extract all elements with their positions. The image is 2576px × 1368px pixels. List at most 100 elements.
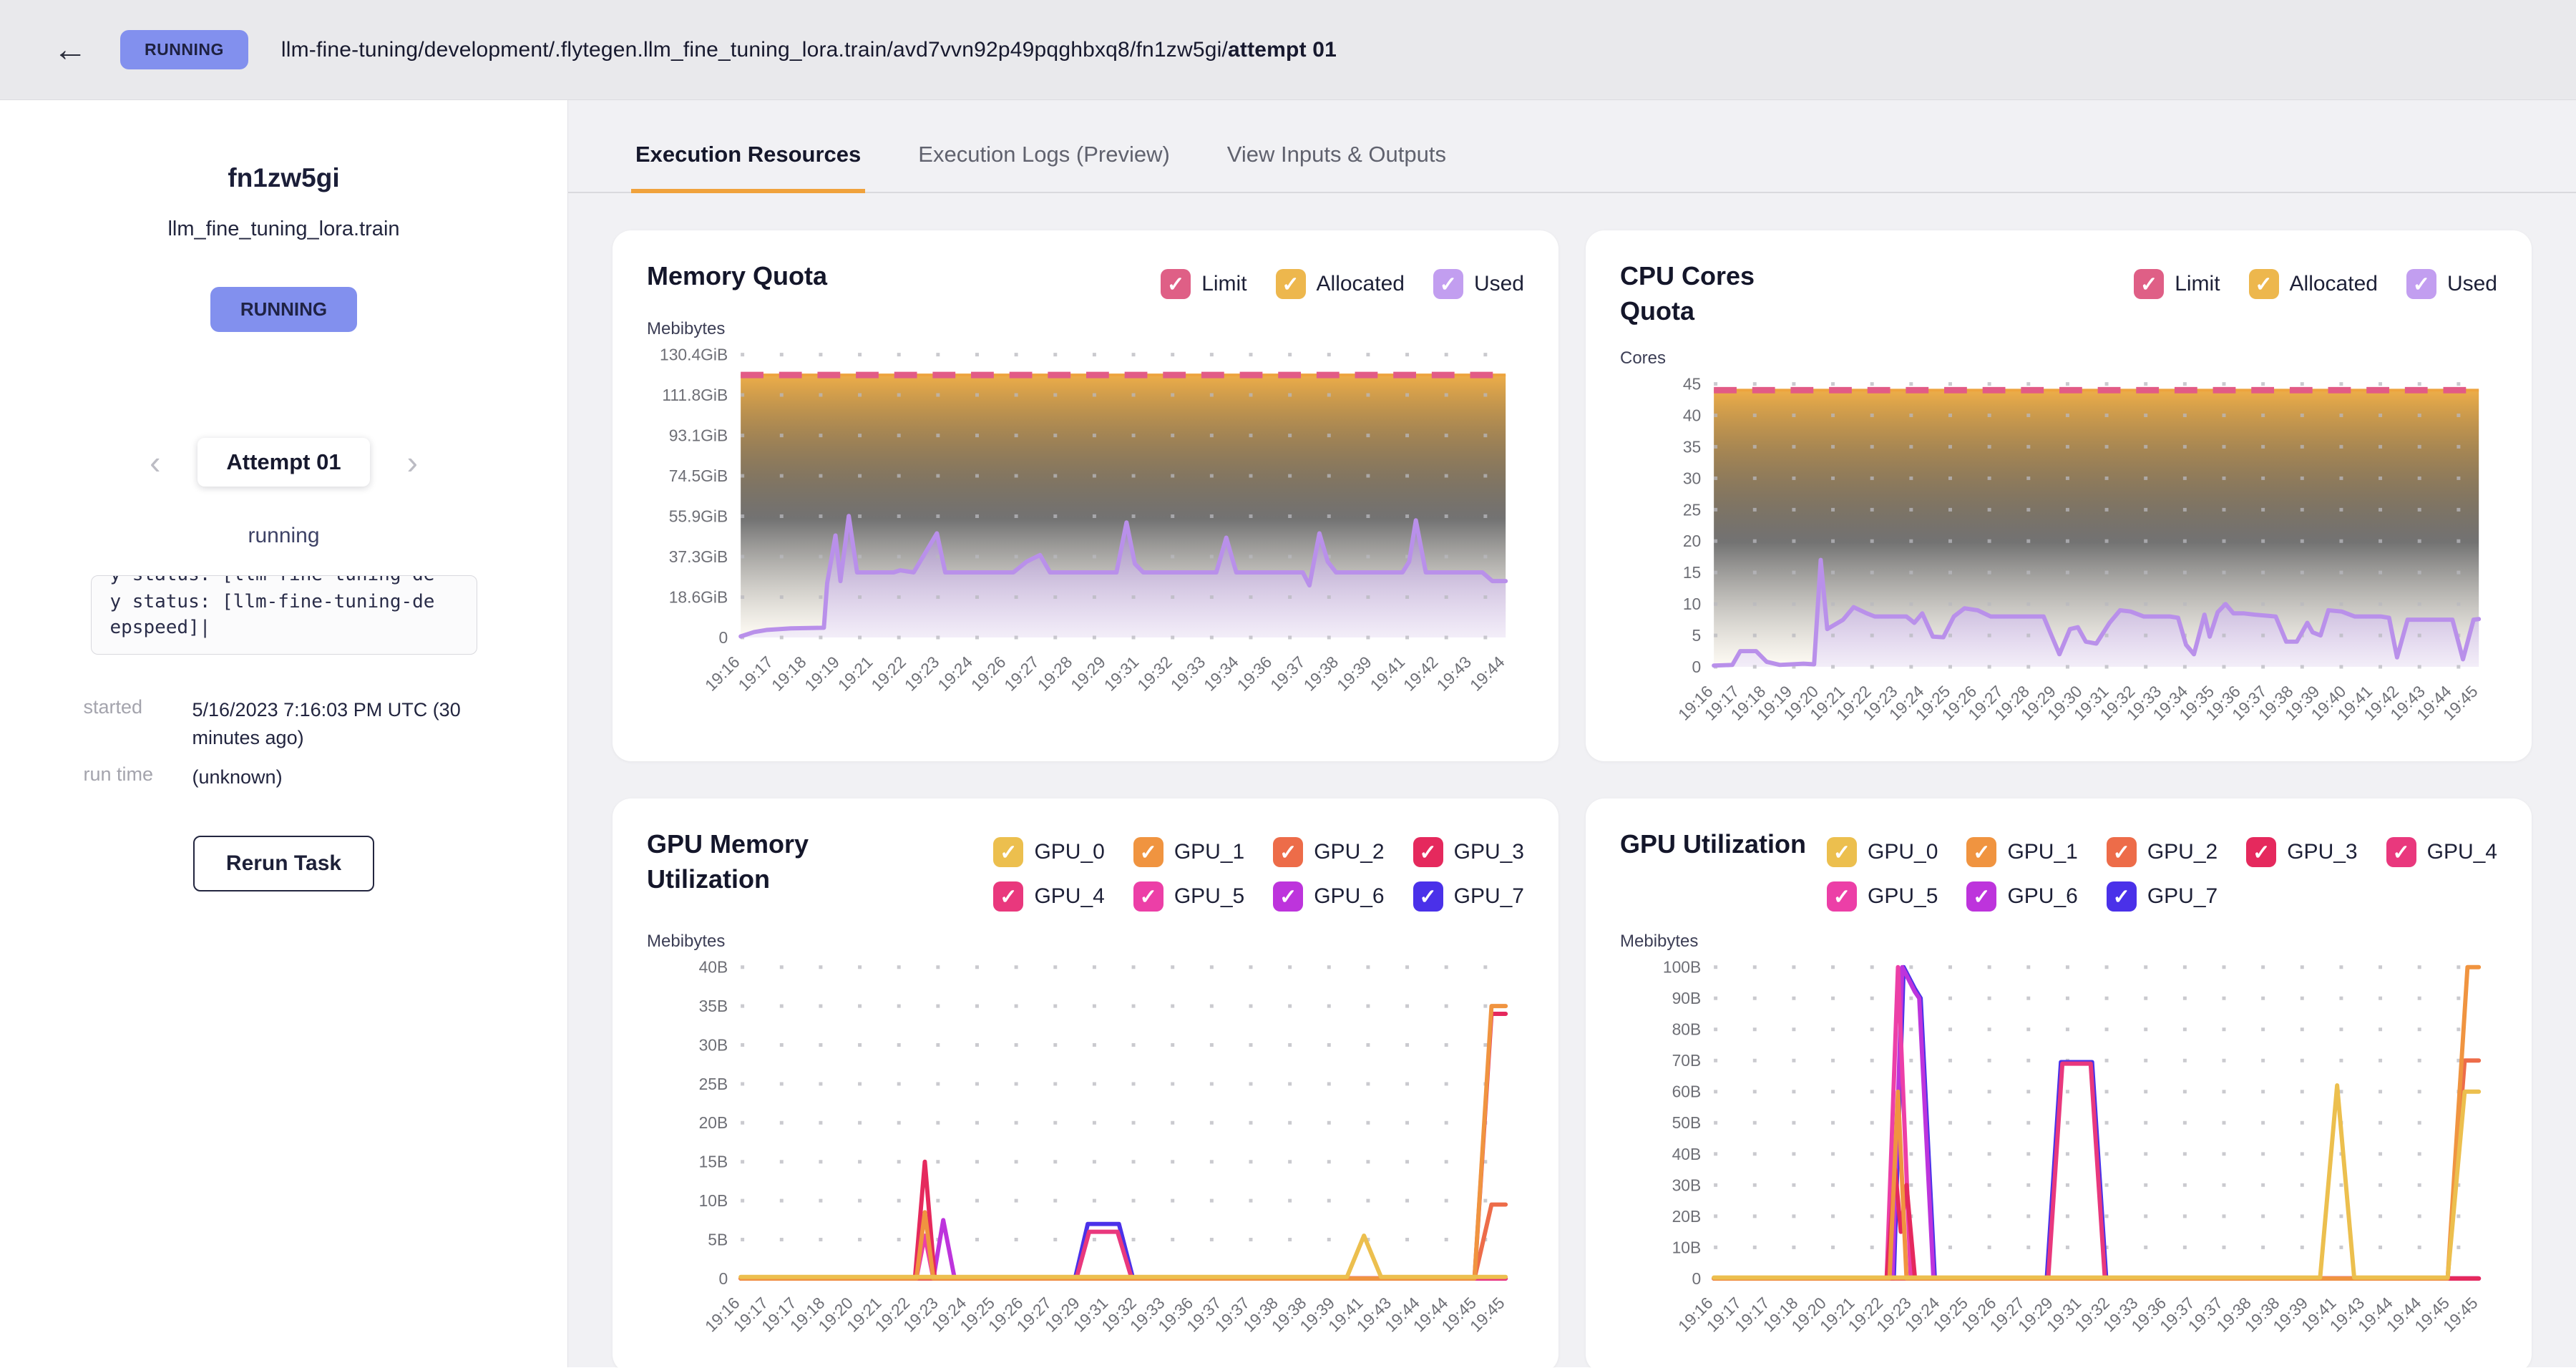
legend-row: ✓Limit✓Allocated✓Used <box>2134 269 2497 299</box>
checkbox-checked-icon[interactable]: ✓ <box>2406 269 2436 299</box>
legend-label: GPU_0 <box>1868 840 1938 864</box>
tab-execution-resources[interactable]: Execution Resources <box>631 142 865 193</box>
svg-text:10B: 10B <box>1672 1238 1702 1256</box>
svg-text:90B: 90B <box>1672 989 1702 1007</box>
legend-item-limit[interactable]: ✓Limit <box>1161 269 1246 299</box>
checkbox-checked-icon[interactable]: ✓ <box>2246 837 2276 867</box>
checkbox-checked-icon[interactable]: ✓ <box>1966 881 1996 912</box>
svg-text:93.1GiB: 93.1GiB <box>669 426 728 445</box>
legend-item-gpu_3[interactable]: ✓GPU_3 <box>2246 837 2357 867</box>
started-value: 5/16/2023 7:16:03 PM UTC (30 minutes ago… <box>192 696 479 752</box>
tab-view-inputs-outputs[interactable]: View Inputs & Outputs <box>1223 142 1450 193</box>
legend-item-used[interactable]: ✓ Used <box>1433 269 1524 299</box>
legend-item-gpu_7[interactable]: ✓ GPU_7 <box>1413 881 1524 912</box>
back-arrow-icon[interactable]: ← <box>53 33 87 67</box>
svg-text:19:36: 19:36 <box>1234 653 1276 695</box>
rerun-task-button[interactable]: Rerun Task <box>193 836 374 891</box>
checkbox-checked-icon[interactable]: ✓ <box>1133 837 1163 867</box>
svg-text:45: 45 <box>1683 375 1701 394</box>
checkbox-checked-icon[interactable]: ✓ <box>2134 269 2164 299</box>
legend-label: Allocated <box>2290 272 2378 296</box>
legend-label: Used <box>2447 272 2497 296</box>
legend-item-gpu_6[interactable]: ✓GPU_6 <box>1273 881 1384 912</box>
legend-item-gpu_5[interactable]: ✓GPU_5 <box>1827 881 1938 912</box>
svg-text:25B: 25B <box>699 1075 728 1093</box>
checkbox-checked-icon[interactable]: ✓ <box>2107 881 2137 912</box>
chart-title: GPU Memory Utilization <box>647 827 833 896</box>
svg-text:10: 10 <box>1683 595 1701 613</box>
svg-text:19:16: 19:16 <box>701 653 743 695</box>
legend-item-used[interactable]: ✓ Used <box>2406 269 2497 299</box>
cpu-cores-quota-plot: 05101520253035404519:1619:1719:1819:1919… <box>1620 371 2497 747</box>
checkbox-checked-icon[interactable]: ✓ <box>1433 269 1463 299</box>
checkbox-checked-icon[interactable]: ✓ <box>1413 837 1443 867</box>
checkbox-checked-icon[interactable]: ✓ <box>993 837 1023 867</box>
checkbox-checked-icon[interactable]: ✓ <box>1827 881 1857 912</box>
memory-quota-svg: 018.6GiB37.3GiB55.9GiB74.5GiB93.1GiB111.… <box>647 342 1524 714</box>
svg-text:19:31: 19:31 <box>1101 653 1143 695</box>
checkbox-checked-icon[interactable]: ✓ <box>1161 269 1191 299</box>
svg-text:100B: 100B <box>1663 958 1701 977</box>
legend-item-gpu_4[interactable]: ✓GPU_4 <box>2386 837 2497 867</box>
chart-unit-label: Mebibytes <box>647 932 1524 952</box>
legend-item-allocated[interactable]: ✓ Allocated <box>2249 269 2378 299</box>
svg-text:80B: 80B <box>1672 1020 1702 1039</box>
svg-text:111.8GiB: 111.8GiB <box>662 386 728 404</box>
next-attempt-icon[interactable]: › <box>407 446 418 479</box>
legend-item-limit[interactable]: ✓Limit <box>2134 269 2220 299</box>
legend-item-allocated[interactable]: ✓Allocated <box>1276 269 1405 299</box>
breadcrumb[interactable]: llm-fine-tuning/development/.flytegen.ll… <box>281 38 1337 62</box>
memory-quota-plot: 018.6GiB37.3GiB55.9GiB74.5GiB93.1GiB111.… <box>647 342 1524 718</box>
prev-attempt-icon[interactable]: ‹ <box>150 446 160 479</box>
chart-title: CPU Cores Quota <box>1620 259 1806 328</box>
breadcrumb-path: llm-fine-tuning/development/.flytegen.ll… <box>281 38 1228 62</box>
svg-text:40: 40 <box>1683 406 1701 425</box>
legend-item-gpu_5[interactable]: ✓GPU_5 <box>1133 881 1244 912</box>
legend-label: GPU_7 <box>1454 884 1524 909</box>
svg-text:40B: 40B <box>1672 1145 1702 1163</box>
svg-text:19:37: 19:37 <box>1267 653 1309 695</box>
checkbox-checked-icon[interactable]: ✓ <box>2386 837 2416 867</box>
svg-text:19:28: 19:28 <box>1034 653 1076 695</box>
legend-item-gpu_4[interactable]: ✓GPU_4 <box>993 881 1104 912</box>
checkbox-checked-icon[interactable]: ✓ <box>1133 881 1163 912</box>
chart-title: Memory Quota <box>647 259 827 294</box>
checkbox-checked-icon[interactable]: ✓ <box>2107 837 2137 867</box>
checkbox-checked-icon[interactable]: ✓ <box>1273 837 1303 867</box>
legend-item-gpu_7[interactable]: ✓GPU_7 <box>2107 881 2218 912</box>
checkbox-checked-icon[interactable]: ✓ <box>1966 837 1996 867</box>
attempt-label[interactable]: Attempt 01 <box>197 438 369 487</box>
svg-text:30: 30 <box>1683 469 1701 488</box>
legend-item-gpu_0[interactable]: ✓GPU_0 <box>993 837 1104 867</box>
legend-item-gpu_2[interactable]: ✓GPU_2 <box>2107 837 2218 867</box>
checkbox-checked-icon[interactable]: ✓ <box>1273 881 1303 912</box>
svg-text:19:34: 19:34 <box>1200 653 1242 695</box>
legend-item-gpu_1[interactable]: ✓GPU_1 <box>1133 837 1244 867</box>
checkbox-checked-icon[interactable]: ✓ <box>993 881 1023 912</box>
checkbox-checked-icon[interactable]: ✓ <box>2249 269 2279 299</box>
svg-text:19:32: 19:32 <box>1133 653 1176 695</box>
legend-item-gpu_3[interactable]: ✓GPU_3 <box>1413 837 1524 867</box>
legend-item-gpu_2[interactable]: ✓GPU_2 <box>1273 837 1384 867</box>
legend-item-gpu_0[interactable]: ✓ GPU_0 <box>1827 837 1938 867</box>
chart-legend: ✓Limit✓Allocated✓Used <box>2134 259 2497 299</box>
legend-item-gpu_6[interactable]: ✓ GPU_6 <box>1966 881 2077 912</box>
legend-item-gpu_1[interactable]: ✓GPU_1 <box>1966 837 2077 867</box>
legend-label: Used <box>1474 272 1524 296</box>
breadcrumb-current: attempt 01 <box>1228 38 1337 62</box>
chart-unit-label: Mebibytes <box>647 319 1524 339</box>
tab-execution-logs[interactable]: Execution Logs (Preview) <box>914 142 1174 193</box>
svg-text:25: 25 <box>1683 500 1701 519</box>
svg-text:35B: 35B <box>699 997 728 1015</box>
task-id: fn1zw5gi <box>0 163 567 193</box>
gpu-utilization-card: GPU Utilization ✓GPU_0✓GPU_1✓GPU_2✓GPU_3… <box>1586 798 2532 1368</box>
svg-text:20B: 20B <box>1672 1207 1702 1226</box>
legend-label: GPU_6 <box>2007 884 2077 909</box>
chart-grid: Memory Quota ✓Limit✓Allocated✓Used Mebib… <box>568 193 2576 1368</box>
log-snippet[interactable]: y status: [llm-fine-tuning-de y status: … <box>91 575 477 655</box>
checkbox-checked-icon[interactable]: ✓ <box>1827 837 1857 867</box>
checkbox-checked-icon[interactable]: ✓ <box>1413 881 1443 912</box>
gpu-memory-utilization-plot: 05B10B15B20B25B30B35B40B19:1619:1719:171… <box>647 954 1524 1359</box>
log-clipped-line: y status: [llm-fine-tuning-de <box>110 576 458 589</box>
checkbox-checked-icon[interactable]: ✓ <box>1276 269 1306 299</box>
